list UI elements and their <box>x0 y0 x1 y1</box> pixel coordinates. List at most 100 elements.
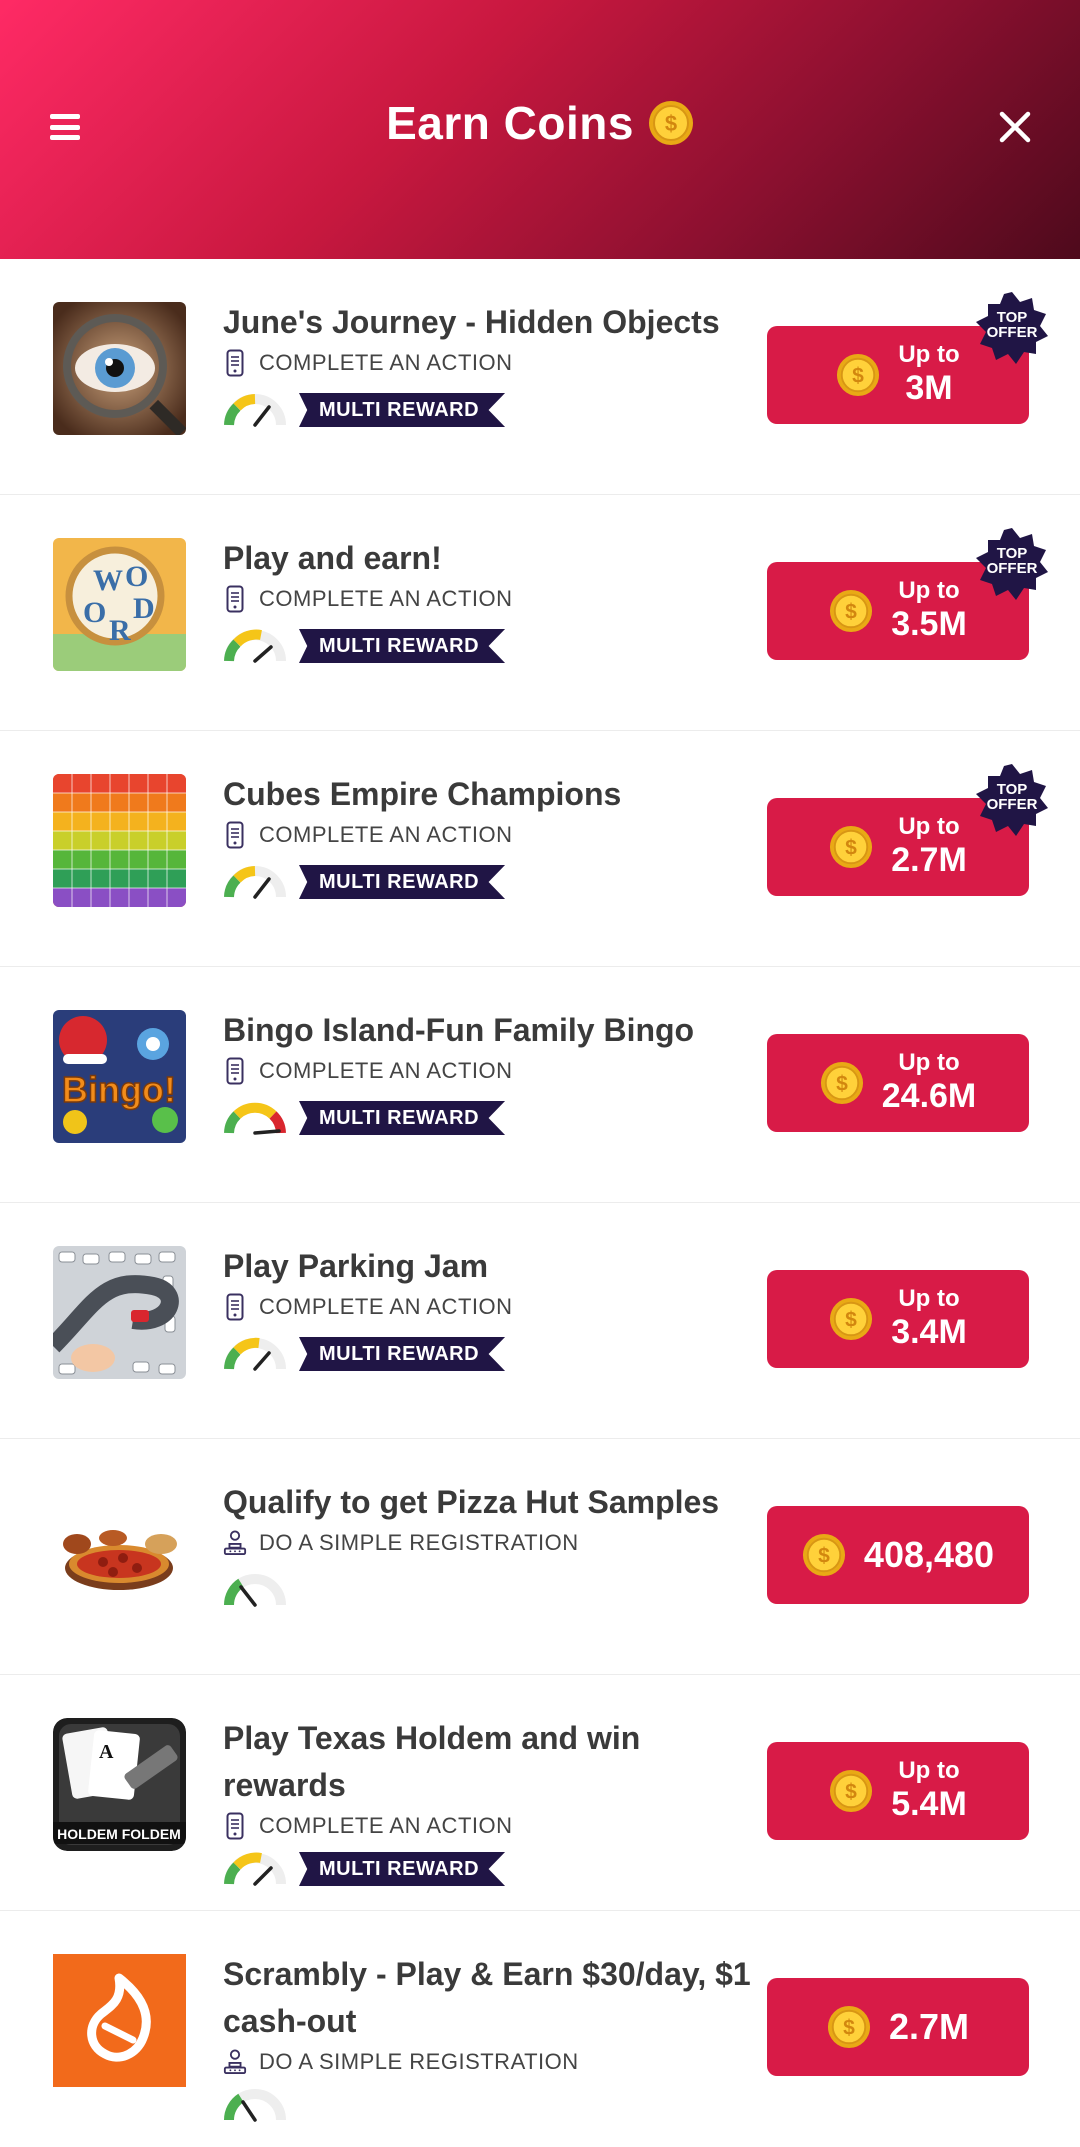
coin-icon: $ <box>830 1297 873 1341</box>
svg-text:$: $ <box>845 1781 857 1804</box>
offer-action: COMPLETE AN ACTION <box>223 1292 763 1322</box>
badge-line-2: OFFER <box>986 324 1038 341</box>
multi-reward-tag: MULTI REWARD <box>299 393 506 427</box>
offer-action-label: DO A SIMPLE REGISTRATION <box>259 1530 579 1555</box>
svg-text:A: A <box>99 1741 114 1763</box>
word-game-thumbnail: W O O D R <box>53 538 186 671</box>
offer-row[interactable]: Scrambly - Play & Earn $30/day, $1 cash-… <box>0 1911 1080 2147</box>
top-offer-badge: TOP OFFER <box>974 762 1050 838</box>
close-icon[interactable] <box>998 110 1032 144</box>
offer-action: COMPLETE AN ACTION <box>223 1811 763 1841</box>
reward-amount: 24.6M <box>881 1077 977 1115</box>
offer-row[interactable]: Play Parking Jam COMPLETE AN ACTION MULT… <box>0 1203 1080 1439</box>
coin-icon: $ <box>827 2005 871 2049</box>
svg-text:$: $ <box>845 837 857 860</box>
offer-title: Bingo Island-Fun Family Bingo <box>223 1012 695 1048</box>
offer-row[interactable]: A HOLDEM FOLDEM Play Texas Holdem and wi… <box>0 1675 1080 1911</box>
coin-icon: $ <box>830 1769 873 1813</box>
offer-action-label: COMPLETE AN ACTION <box>259 1058 513 1083</box>
svg-text:$: $ <box>665 111 677 136</box>
reward-upto: Up to <box>898 1757 960 1784</box>
holdem-logo-text: HOLDEM FOLDEM <box>57 1826 181 1842</box>
reward-amount: 3.5M <box>891 605 967 643</box>
offer-title: June's Journey - Hidden Objects <box>223 304 720 340</box>
svg-text:W: W <box>93 564 123 597</box>
june-journey-thumbnail <box>53 302 186 435</box>
offer-action-label: COMPLETE AN ACTION <box>259 1813 513 1838</box>
reward-amount: 5.4M <box>891 1785 967 1823</box>
coin-icon: $ <box>837 353 880 397</box>
offer-list: June's Journey - Hidden Objects COMPLETE… <box>0 259 1080 2147</box>
multi-reward-tag: MULTI REWARD <box>299 865 506 899</box>
offer-action: COMPLETE AN ACTION <box>223 348 763 378</box>
offer-title: Play and earn! <box>223 540 442 576</box>
difficulty-gauge-icon <box>224 1337 286 1371</box>
svg-text:D: D <box>133 592 155 625</box>
coin-icon: $ <box>648 101 693 145</box>
svg-text:$: $ <box>843 2017 855 2040</box>
difficulty-gauge-icon <box>224 394 286 427</box>
bingo-logo-text: Bingo! <box>62 1069 176 1110</box>
reward-upto: Up to <box>898 1285 960 1312</box>
reward-upto: Up to <box>898 341 960 368</box>
offer-title: Play Parking Jam <box>223 1248 489 1284</box>
bingo-island-thumbnail: Bingo! <box>53 1010 186 1143</box>
multi-reward-tag: MULTI REWARD <box>299 1101 506 1135</box>
offer-action: COMPLETE AN ACTION <box>223 1056 763 1086</box>
difficulty-gauge-icon <box>224 866 286 899</box>
offer-action-label: COMPLETE AN ACTION <box>259 586 513 611</box>
offer-row[interactable]: Qualify to get Pizza Hut Samples DO A SI… <box>0 1439 1080 1675</box>
difficulty-gauge-icon <box>224 1102 286 1135</box>
reward-button[interactable]: $ 408,480 <box>767 1506 1029 1604</box>
scrambly-thumbnail <box>53 1954 186 2087</box>
badge-line-2: OFFER <box>986 796 1038 813</box>
registration-icon <box>223 1528 247 1558</box>
reward-upto: Up to <box>898 1049 960 1076</box>
svg-text:$: $ <box>818 1545 830 1568</box>
svg-text:$: $ <box>836 1073 848 1096</box>
reward-button[interactable]: $ Up to 5.4M <box>767 1742 1029 1840</box>
phone-icon <box>223 1056 247 1086</box>
difficulty-gauge-icon <box>224 629 286 663</box>
holdem-foldem-thumbnail: A HOLDEM FOLDEM <box>53 1718 186 1851</box>
offer-title: Qualify to get Pizza Hut Samples <box>223 1484 720 1520</box>
svg-text:O: O <box>125 560 148 593</box>
coin-icon: $ <box>820 1061 863 1105</box>
reward-amount: 3M <box>905 369 953 407</box>
cubes-empire-thumbnail <box>53 774 186 907</box>
svg-text:R: R <box>109 614 131 647</box>
reward-button[interactable]: $ Up to 24.6M <box>767 1034 1029 1132</box>
page-title: Earn Coins <box>386 97 634 149</box>
reward-button[interactable]: $ 2.7M <box>767 1978 1029 2076</box>
offer-action-label: COMPLETE AN ACTION <box>259 822 513 847</box>
header-title-group: Earn Coins $ <box>0 96 1080 150</box>
registration-icon <box>223 2047 247 2077</box>
svg-text:$: $ <box>852 365 864 388</box>
reward-upto: Up to <box>898 577 960 604</box>
offer-action-label: COMPLETE AN ACTION <box>259 350 513 375</box>
offer-row[interactable]: Cubes Empire Champions COMPLETE AN ACTIO… <box>0 731 1080 967</box>
reward-button[interactable]: $ Up to 3.4M <box>767 1270 1029 1368</box>
phone-icon <box>223 1292 247 1322</box>
multi-reward-tag: MULTI REWARD <box>299 1337 506 1371</box>
multi-reward-tag: MULTI REWARD <box>299 629 506 663</box>
phone-icon <box>223 348 247 378</box>
multi-reward-tag: MULTI REWARD <box>299 1852 506 1886</box>
offer-row[interactable]: Bingo! Bingo Island-Fun Family Bingo COM… <box>0 967 1080 1203</box>
badge-line-2: OFFER <box>986 560 1038 577</box>
phone-icon <box>223 820 247 850</box>
offer-row[interactable]: June's Journey - Hidden Objects COMPLETE… <box>0 259 1080 495</box>
offer-title: Play Texas Holdem and win rewards <box>223 1720 641 1803</box>
phone-icon <box>223 1811 247 1841</box>
offer-row[interactable]: W O O D R Play and earn! COMPLETE AN ACT… <box>0 495 1080 731</box>
header: Earn Coins $ <box>0 0 1080 259</box>
coin-icon: $ <box>830 825 873 869</box>
coin-icon: $ <box>802 1533 845 1577</box>
coin-icon: $ <box>830 589 873 633</box>
offer-title: Scrambly - Play & Earn $30/day, $1 cash-… <box>223 1956 751 2039</box>
top-offer-badge: TOP OFFER <box>974 526 1050 602</box>
reward-amount: 2.7M <box>891 841 967 879</box>
difficulty-gauge-icon <box>223 2089 286 2122</box>
offer-title: Cubes Empire Champions <box>223 776 622 812</box>
offer-action: DO A SIMPLE REGISTRATION <box>223 1528 763 1558</box>
